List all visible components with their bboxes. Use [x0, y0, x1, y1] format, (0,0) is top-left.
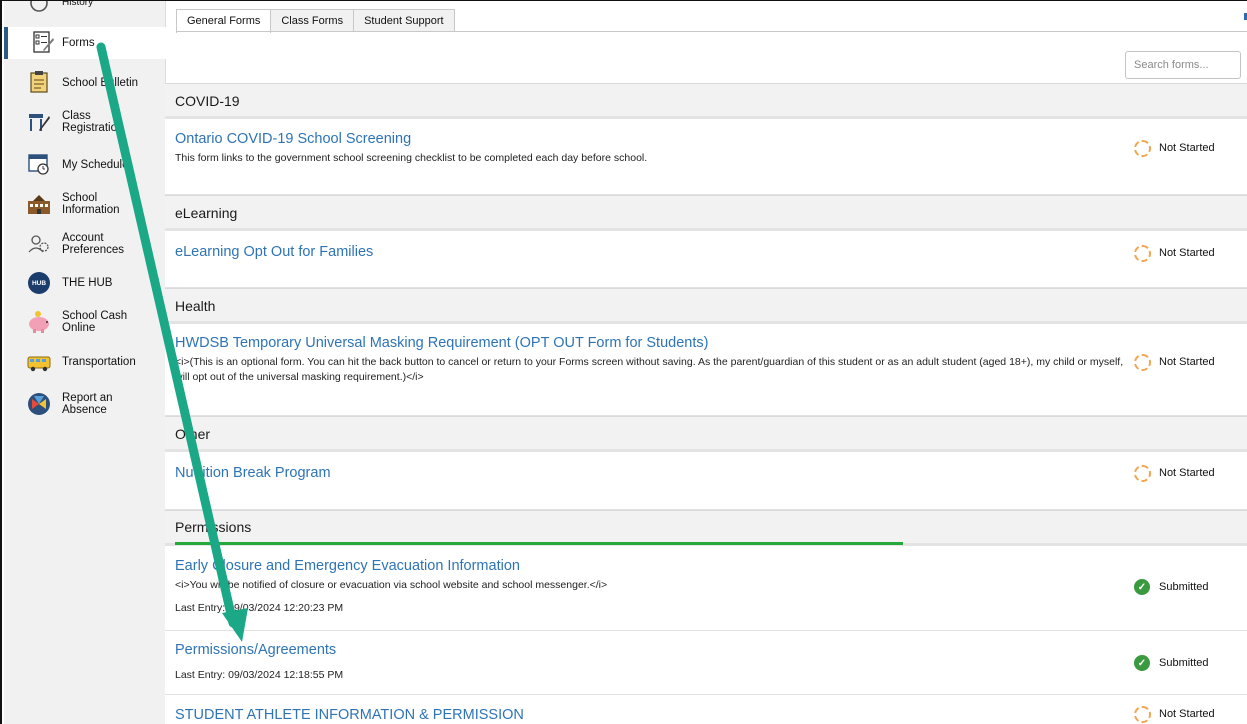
form-row-student-athlete: STUDENT ATHLETE INFORMATION & PERMISSION… [165, 695, 1247, 724]
sidebar-item-history[interactable]: History [4, 0, 166, 12]
status-text: Not Started [1159, 708, 1215, 720]
sidebar-item-label: Report an Absence [62, 392, 113, 416]
status-badge: Not Started [1133, 353, 1215, 371]
last-entry: Last Entry: 09/03/2024 12:20:23 PM [175, 602, 344, 614]
section-header-covid-19: COVID-19 [165, 83, 1247, 119]
last-entry: Last Entry: 09/03/2024 12:18:55 PM [175, 669, 344, 681]
sidebar-item-class-registration[interactable]: Class Registration [4, 107, 166, 137]
form-link[interactable]: HWDSB Temporary Universal Masking Requir… [175, 335, 708, 351]
check-icon: ✓ [1133, 654, 1151, 672]
section-header-other: Other [165, 416, 1247, 452]
status-badge: ✓ Submitted [1133, 578, 1209, 596]
section-header-permissions: Permissions [165, 510, 1247, 546]
bus-icon [26, 350, 52, 376]
account-preferences-icon [26, 231, 52, 257]
report-absence-icon [26, 391, 52, 417]
status-badge: Not Started [1133, 464, 1215, 482]
sidebar-item-label: Account Preferences [62, 232, 125, 256]
section-header-elearning: eLearning [165, 195, 1247, 231]
not-started-icon [1133, 353, 1151, 371]
sidebar-item-report-absence[interactable]: Report an Absence [4, 389, 166, 419]
section-title: eLearning [175, 205, 238, 221]
status-text: Not Started [1159, 467, 1215, 479]
calendar-icon [26, 151, 52, 177]
form-row-permissions-agreements: Permissions/Agreements Last Entry: 09/03… [165, 631, 1247, 695]
sidebar: History Forms School Bulletin Class Regi… [4, 1, 166, 724]
sidebar-item-school-bulletin[interactable]: School Bulletin [4, 69, 166, 97]
sidebar-item-school-information[interactable]: School Information [4, 189, 166, 219]
form-link[interactable]: Ontario COVID-19 School Screening [175, 131, 411, 147]
tab-general-forms[interactable]: General Forms [176, 9, 272, 33]
form-description: <i>(This is an optional form. You can hi… [175, 356, 1124, 383]
sidebar-item-transportation[interactable]: Transportation [4, 349, 166, 377]
form-row-early-closure: Early Closure and Emergency Evacuation I… [165, 546, 1247, 631]
status-text: Not Started [1159, 247, 1215, 259]
school-icon [26, 191, 52, 217]
sidebar-item-label: School Bulletin [62, 77, 139, 89]
status-badge: Not Started [1133, 139, 1215, 157]
sidebar-item-label: Class Registration [62, 110, 124, 134]
sidebar-item-label: School Cash Online [62, 310, 128, 334]
sidebar-item-label: Transportation [62, 356, 136, 368]
section-header-health: Health [165, 288, 1247, 324]
section-title: COVID-19 [175, 93, 240, 109]
status-badge: Not Started [1133, 244, 1215, 262]
tab-divider [176, 31, 1247, 32]
form-description: <i>You will be notified of closure or ev… [175, 579, 608, 591]
bulletin-icon [26, 69, 52, 95]
form-tabs: General Forms Class Forms Student Suppor… [176, 9, 455, 33]
forms-icon [30, 29, 56, 55]
form-row-elearning-opt-out: eLearning Opt Out for Families Not Start… [165, 231, 1247, 288]
sidebar-item-account-preferences[interactable]: Account Preferences [4, 229, 166, 259]
form-row-nutrition-break: Nutrition Break Program Not Started [165, 452, 1247, 510]
not-started-icon [1133, 705, 1151, 723]
sidebar-item-label: History [62, 0, 94, 8]
sidebar-item-school-cash-online[interactable]: School Cash Online [4, 307, 166, 337]
section-title: Other [175, 426, 211, 442]
tab-student-support[interactable]: Student Support [353, 9, 455, 32]
hub-badge: HUB [28, 272, 50, 294]
tab-class-forms[interactable]: Class Forms [270, 9, 355, 32]
check-icon: ✓ [1133, 578, 1151, 596]
search-input[interactable] [1125, 51, 1241, 79]
piggy-bank-icon [26, 309, 52, 335]
not-started-icon [1133, 139, 1151, 157]
status-badge: ✓ Submitted [1133, 654, 1209, 672]
sidebar-item-label: School Information [62, 192, 120, 216]
form-row-covid-screening: Ontario COVID-19 School Screening This f… [165, 119, 1247, 195]
status-badge: Not Started [1133, 705, 1215, 723]
section-title: Health [175, 298, 216, 314]
progress-bar [175, 542, 903, 545]
section-title: Permissions [175, 519, 252, 535]
sidebar-item-label: THE HUB [62, 277, 113, 289]
sidebar-item-label: My Schedule [62, 159, 129, 171]
form-link[interactable]: Early Closure and Emergency Evacuation I… [175, 558, 520, 574]
sidebar-item-forms[interactable]: Forms [4, 27, 166, 59]
status-text: Submitted [1159, 581, 1209, 593]
sidebar-item-label: Forms [62, 37, 95, 49]
sidebar-item-my-schedule[interactable]: My Schedule [4, 149, 166, 179]
sidebar-item-the-hub[interactable]: HUB THE HUB [4, 269, 166, 297]
not-started-icon [1133, 244, 1151, 262]
not-started-icon [1133, 464, 1151, 482]
status-text: Submitted [1159, 657, 1209, 669]
form-link[interactable]: Nutrition Break Program [175, 465, 331, 481]
form-link[interactable]: STUDENT ATHLETE INFORMATION & PERMISSION [175, 707, 524, 723]
app-frame: History Forms School Bulletin Class Regi… [0, 0, 1247, 724]
status-text: Not Started [1159, 356, 1215, 368]
registration-icon [26, 109, 52, 135]
form-link[interactable]: eLearning Opt Out for Families [175, 244, 373, 260]
form-link[interactable]: Permissions/Agreements [175, 642, 336, 658]
history-icon [26, 1, 52, 16]
status-text: Not Started [1159, 142, 1215, 154]
hub-icon: HUB [26, 270, 52, 296]
form-description: This form links to the government school… [175, 152, 648, 164]
form-row-masking-opt-out: HWDSB Temporary Universal Masking Requir… [165, 324, 1247, 416]
